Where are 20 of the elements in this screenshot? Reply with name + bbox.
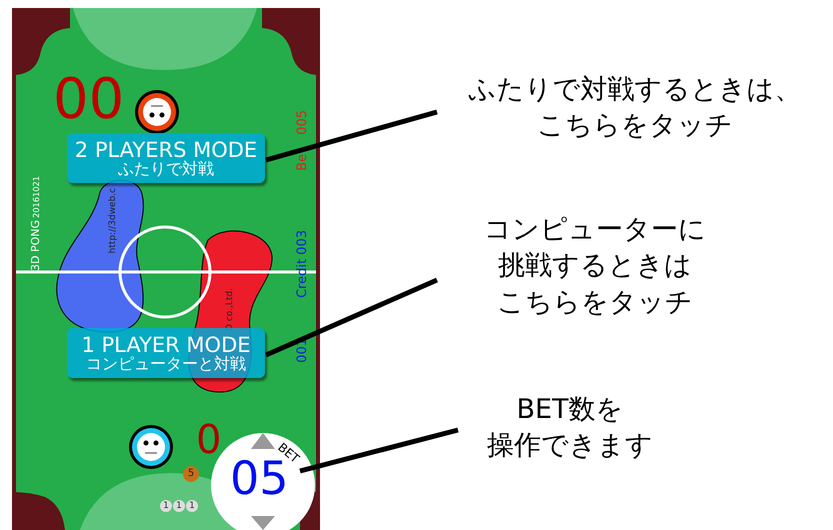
down-arrow-icon[interactable] [251,516,275,530]
score: 0 [196,420,222,460]
mode-button[interactable]: 1 PLAYER MODE コンピューターと対戦 [67,328,265,378]
up-arrow-icon[interactable] [251,433,275,449]
mallet-icon [129,425,173,469]
callout-text: こちらをタッチ [496,286,694,320]
credit-text: Credit 003 [296,230,309,298]
bet-value: 005 [296,110,309,135]
callout-text: BET数を [515,393,625,427]
callout-text: コンピューターに [483,213,707,247]
callout-text: 挑戦するときは [497,249,693,284]
score: 00 [53,72,124,128]
mallet-icon [135,90,179,134]
callout-text: 操作できます [486,429,654,464]
callout-text: ふたりで対戦するときは、 [468,73,802,107]
company-text: D co.,Ltd. [226,288,235,331]
bet-label: Be [296,154,309,171]
url-text: http://3dweb.c [109,188,118,254]
mode-button[interactable]: 2 PLAYERS MODE ふたりで対戦 [67,133,265,183]
callout-text: こちらをタッチ [536,109,734,144]
